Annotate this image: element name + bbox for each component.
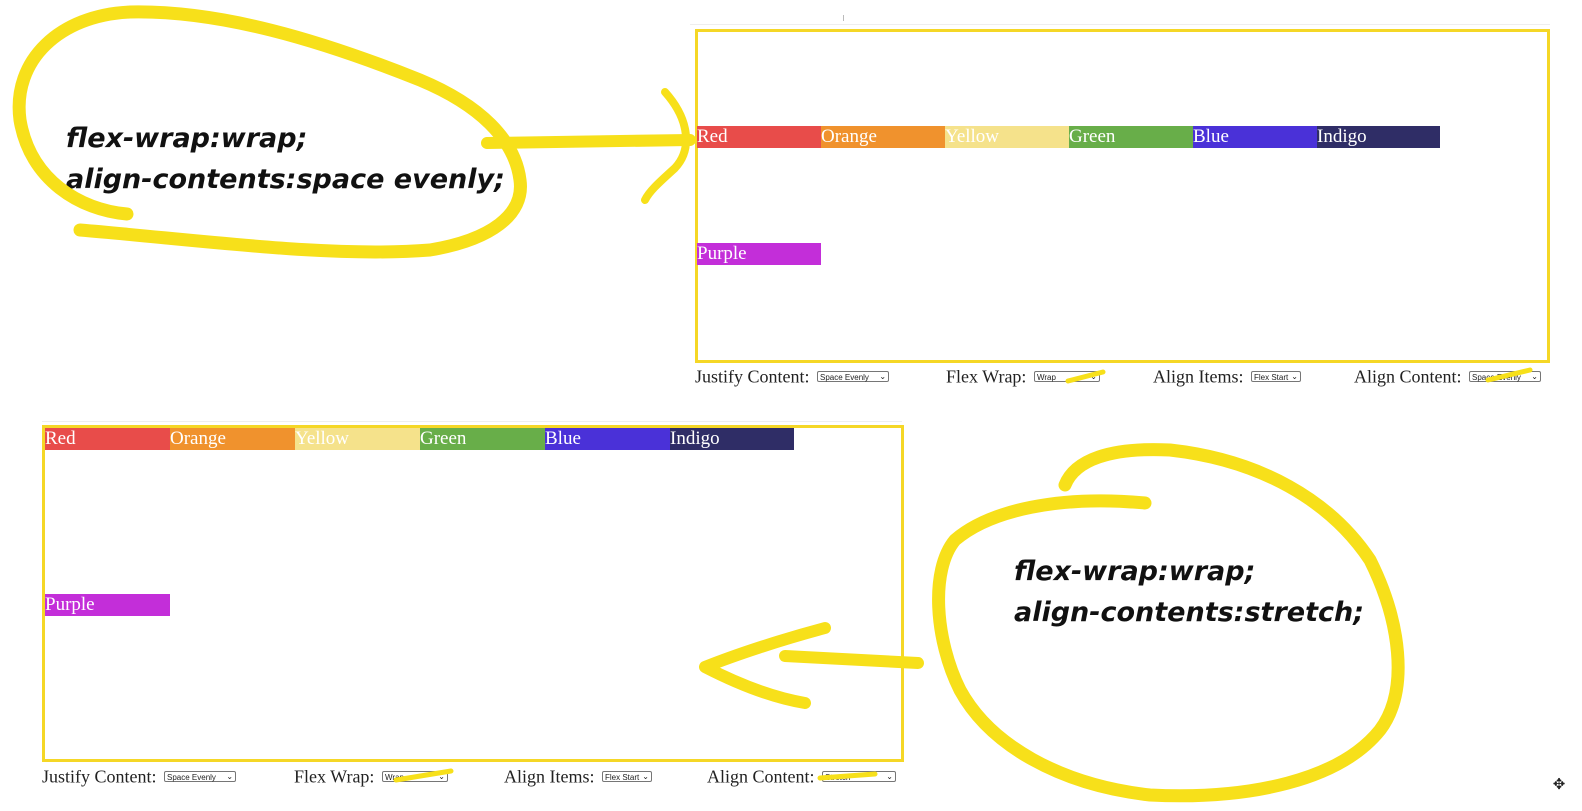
top-note-line-2: align-contents:space evenly; <box>66 164 505 195</box>
bottom-item-indigo: Indigo <box>670 428 794 450</box>
bottom-align-items-select[interactable]: Flex Start ⌄ <box>602 771 652 783</box>
top-align-content-select[interactable]: Space Evenly ⌄ <box>1469 371 1541 383</box>
top-arrow-shaft <box>481 134 696 149</box>
bottom-item-orange: Orange <box>170 428 295 450</box>
top-align-items-control: Align Items: Flex Start ⌄ <box>1153 365 1301 387</box>
top-align-content-control: Align Content: Space Evenly ⌄ <box>1354 365 1541 387</box>
chevron-down-icon: ⌄ <box>879 372 887 382</box>
chevron-down-icon: ⌄ <box>642 772 649 782</box>
bottom-controls-bar: Justify Content: Space Evenly ⌄ Flex Wrap… <box>42 765 912 787</box>
top-controls-bar: Justify Content: Space Evenly ⌄ Flex Wrap… <box>695 365 1555 387</box>
bottom-justify-select[interactable]: Space Evenly ⌄ <box>164 771 237 783</box>
top-item-purple: Purple <box>697 243 821 265</box>
top-note: flex-wrap:wrap; align-contents:space eve… <box>66 118 505 200</box>
top-arrow-head <box>641 88 691 204</box>
top-item-green: Green <box>1069 126 1193 148</box>
bottom-item-yellow: Yellow <box>295 428 420 450</box>
bottom-note-line-1: flex-wrap:wrap; <box>1014 556 1256 587</box>
top-item-red: Red <box>697 126 821 148</box>
bottom-item-green: Green <box>420 428 545 450</box>
top-justify-label: Justify Content: <box>695 366 810 387</box>
top-align-items-select[interactable]: Flex Start ⌄ <box>1251 371 1301 383</box>
bottom-item-purple: Purple <box>45 594 170 616</box>
bottom-justify-label: Justify Content: <box>42 766 157 787</box>
bottom-flex-container <box>42 425 904 762</box>
bottom-align-items-control: Align Items: Flex Start ⌄ <box>504 765 652 787</box>
chevron-down-icon: ⌄ <box>226 772 234 782</box>
chevron-down-icon: ⌄ <box>1531 372 1538 382</box>
chevron-down-icon: ⌄ <box>1291 372 1298 382</box>
top-note-line-1: flex-wrap:wrap; <box>66 123 308 154</box>
move-handle-icon[interactable]: ✥ <box>1551 776 1567 792</box>
top-align-items-label: Align Items: <box>1153 366 1244 387</box>
bottom-item-blue: Blue <box>545 428 670 450</box>
bottom-note-line-2: align-contents:stretch; <box>1014 597 1365 628</box>
top-item-indigo: Indigo <box>1317 126 1440 148</box>
top-flex-container <box>695 29 1550 363</box>
top-wrap-label: Flex Wrap: <box>946 366 1027 387</box>
top-justify-select[interactable]: Space Evenly ⌄ <box>817 371 890 383</box>
top-divider-line <box>690 24 1550 25</box>
chevron-down-icon: ⌄ <box>1090 372 1097 382</box>
top-wrap-select[interactable]: Wrap ⌄ <box>1033 371 1100 383</box>
bottom-align-content-select[interactable]: Stretch ⌄ <box>822 771 896 783</box>
top-tick-mark <box>843 15 844 21</box>
bottom-justify-control: Justify Content: Space Evenly ⌄ <box>42 765 237 787</box>
top-item-orange: Orange <box>821 126 945 148</box>
bottom-divider-line <box>42 421 902 422</box>
top-align-content-label: Align Content: <box>1354 366 1462 387</box>
top-justify-control: Justify Content: Space Evenly ⌄ <box>695 365 890 387</box>
bottom-align-items-label: Align Items: <box>504 766 595 787</box>
bottom-note: flex-wrap:wrap; align-contents:stretch; <box>1014 551 1364 633</box>
bottom-item-red: Red <box>45 428 170 450</box>
top-item-yellow: Yellow <box>945 126 1069 148</box>
chevron-down-icon: ⌄ <box>438 772 445 782</box>
bottom-wrap-label: Flex Wrap: <box>294 766 375 787</box>
bottom-wrap-control: Flex Wrap: Wrap ⌄ <box>294 765 448 787</box>
top-wrap-control: Flex Wrap: Wrap ⌄ <box>946 365 1100 387</box>
top-item-blue: Blue <box>1193 126 1317 148</box>
bottom-wrap-select[interactable]: Wrap ⌄ <box>381 771 448 783</box>
bottom-align-content-label: Align Content: <box>707 766 815 787</box>
bottom-align-content-control: Align Content: Stretch ⌄ <box>707 765 896 787</box>
chevron-down-icon: ⌄ <box>886 772 893 782</box>
